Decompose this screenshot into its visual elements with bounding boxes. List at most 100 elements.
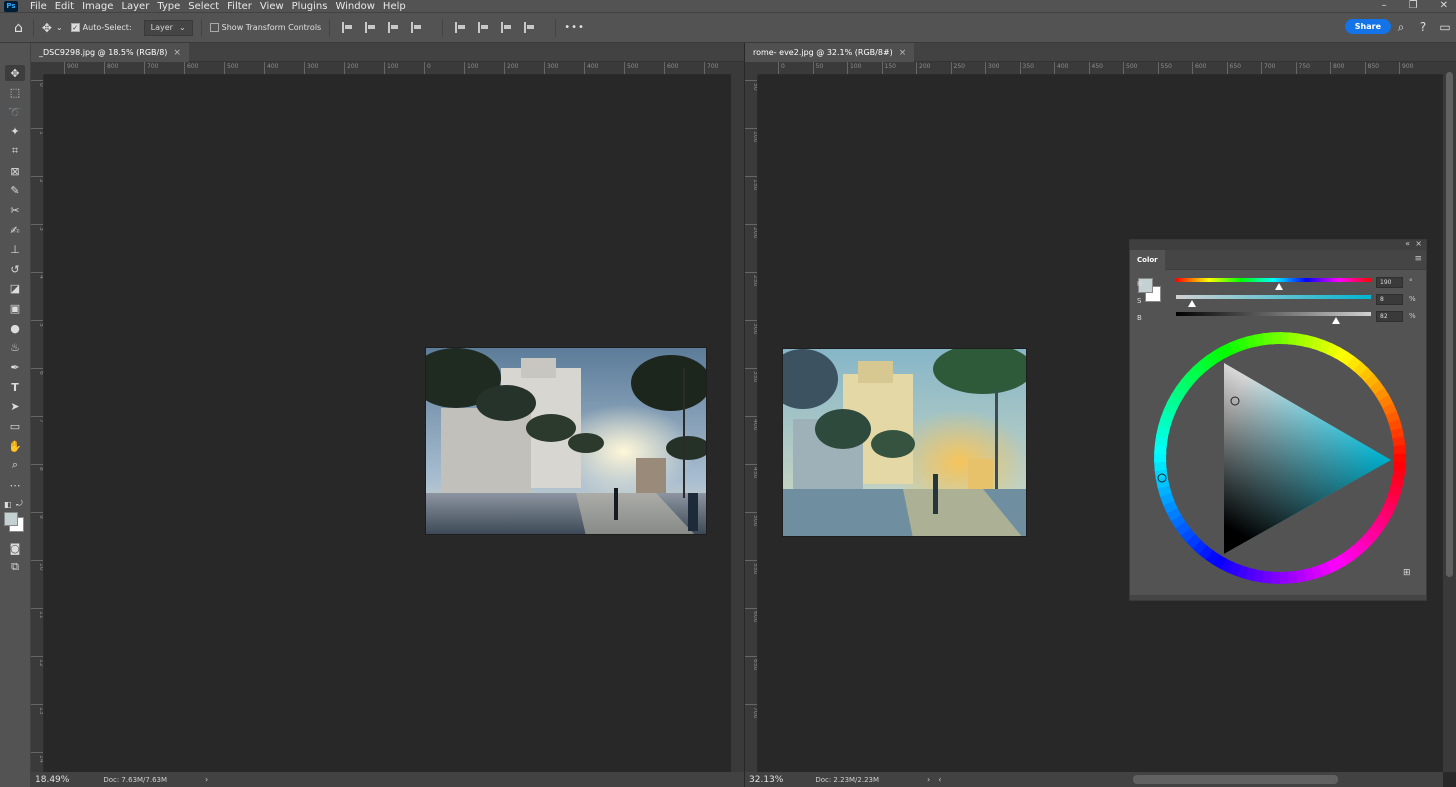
menu-filter[interactable]: Filter xyxy=(227,1,252,12)
marquee-icon[interactable]: ⬚ xyxy=(5,84,25,100)
menu-file[interactable]: File xyxy=(30,1,47,12)
hue-track[interactable] xyxy=(1176,278,1371,282)
zoom-level[interactable]: 32.13% xyxy=(749,775,783,785)
menu-window[interactable]: Window xyxy=(335,1,374,12)
crop-icon[interactable]: ⌗ xyxy=(5,143,25,159)
ruler-tick: 0 xyxy=(31,80,43,128)
zoom-icon[interactable]: ⌕ xyxy=(5,457,25,473)
ruler-tick: 12 xyxy=(31,656,43,704)
show-transform-label: Show Transform Controls xyxy=(221,23,322,32)
add-swatch-icon[interactable]: ⊞ xyxy=(1403,568,1411,578)
pen-icon[interactable]: ✒ xyxy=(5,359,25,375)
brightness-unit: % xyxy=(1409,312,1416,320)
quick-mask-icon[interactable]: ◙ xyxy=(5,540,25,556)
brightness-input[interactable]: 82 xyxy=(1376,311,1403,322)
share-button[interactable]: Share xyxy=(1344,19,1391,34)
help-icon[interactable]: ? xyxy=(1416,20,1430,34)
foreground-color-swatch[interactable] xyxy=(4,512,18,526)
menu-layer[interactable]: Layer xyxy=(121,1,149,12)
panel-bottom-resize[interactable] xyxy=(1130,595,1426,600)
screen-mode-icon[interactable]: ⧉ xyxy=(5,559,25,575)
dodge-icon[interactable]: ♨ xyxy=(5,339,25,355)
gradient-icon[interactable]: ▣ xyxy=(5,300,25,316)
restore-icon[interactable]: ❐ xyxy=(1409,0,1418,11)
document-tab-2[interactable]: rome- eve2.jpg @ 32.1% (RGB/8#) × xyxy=(745,43,915,62)
ruler-tick: 400 xyxy=(1054,62,1068,74)
scroll-left-icon[interactable]: ‹ xyxy=(938,775,941,784)
ruler-tick: 250 xyxy=(950,62,965,74)
type-icon[interactable]: T xyxy=(5,379,25,395)
preset-chevron-down-icon[interactable]: ⌄ xyxy=(56,23,63,32)
scrollbar-vertical-2[interactable] xyxy=(1443,62,1456,772)
ruler-tick: 600 xyxy=(184,62,198,74)
auto-select-checkbox[interactable]: ✓ Auto-Select: xyxy=(70,23,132,32)
align-bottom-icon[interactable] xyxy=(501,22,512,33)
align-middle-icon[interactable] xyxy=(478,22,489,33)
hand-icon[interactable]: ✋ xyxy=(5,438,25,454)
menu-edit[interactable]: Edit xyxy=(55,1,74,12)
distribute-horizontal-icon[interactable] xyxy=(411,22,422,33)
ruler-tick: 900 xyxy=(64,62,78,74)
scrollbar-horizontal-thumb[interactable] xyxy=(1133,775,1338,784)
frame-icon[interactable]: ⊠ xyxy=(5,163,25,179)
close-tab-icon[interactable]: × xyxy=(899,48,907,58)
color-wheel[interactable] xyxy=(1152,330,1408,586)
status-menu-chevron-icon[interactable]: › xyxy=(205,775,208,784)
eraser-icon[interactable]: ◪ xyxy=(5,280,25,296)
scrollbar-vertical-1[interactable] xyxy=(731,62,744,772)
workspace-icon[interactable]: ▭ xyxy=(1438,20,1452,34)
distribute-vertical-icon[interactable] xyxy=(524,22,535,33)
collapse-panel-icon[interactable]: « xyxy=(1405,239,1410,248)
search-icon[interactable]: ⌕ xyxy=(1394,20,1408,34)
menu-bar: Ps File Edit Image Layer Type Select Fil… xyxy=(0,0,1456,12)
close-panel-icon[interactable]: × xyxy=(1415,239,1422,248)
eyedropper-icon[interactable]: ✎ xyxy=(5,182,25,198)
brush-icon[interactable]: ✍ xyxy=(5,222,25,238)
status-menu-chevron-icon[interactable]: › xyxy=(927,775,930,784)
minimize-icon[interactable]: – xyxy=(1382,0,1387,11)
brightness-track[interactable] xyxy=(1176,312,1371,316)
hue-thumb[interactable] xyxy=(1274,283,1283,290)
align-center-icon[interactable] xyxy=(365,22,376,33)
history-brush-icon[interactable]: ↺ xyxy=(5,261,25,277)
menu-view[interactable]: View xyxy=(260,1,284,12)
blur-icon[interactable]: ● xyxy=(5,320,25,336)
saturation-track[interactable] xyxy=(1176,295,1371,299)
scrollbar-thumb[interactable] xyxy=(1446,72,1453,577)
move-icon[interactable]: ✥ xyxy=(5,65,25,81)
menu-help[interactable]: Help xyxy=(383,1,406,12)
magic-wand-icon[interactable]: ✦ xyxy=(5,123,25,139)
more-tools-icon[interactable]: ⋯ xyxy=(5,477,25,493)
saturation-thumb[interactable] xyxy=(1187,300,1196,307)
home-icon[interactable]: ⌂ xyxy=(14,20,23,36)
zoom-level[interactable]: 18.49% xyxy=(35,775,69,785)
stamp-icon[interactable]: ⊥ xyxy=(5,241,25,257)
menu-select[interactable]: Select xyxy=(188,1,219,12)
show-transform-controls-checkbox[interactable]: Show Transform Controls xyxy=(209,23,322,32)
document-tab-1[interactable]: _DSC9298.jpg @ 18.5% (RGB/8) × xyxy=(31,43,189,62)
default-colors-icon[interactable]: ◧ xyxy=(4,500,12,509)
saturation-input[interactable]: 8 xyxy=(1376,294,1403,305)
document-tab-bar-1: _DSC9298.jpg @ 18.5% (RGB/8) × xyxy=(31,43,744,62)
menu-plugins[interactable]: Plugins xyxy=(292,1,328,12)
close-tab-icon[interactable]: × xyxy=(173,48,181,58)
lasso-icon[interactable]: ➰ xyxy=(5,104,25,120)
swap-colors-icon[interactable]: ⤾ xyxy=(16,499,23,509)
photoshop-logo-icon[interactable]: Ps xyxy=(4,0,18,12)
align-top-icon[interactable] xyxy=(455,22,466,33)
align-left-icon[interactable] xyxy=(342,22,353,33)
path-select-icon[interactable]: ➤ xyxy=(5,398,25,414)
healing-icon[interactable]: ✂ xyxy=(5,202,25,218)
panel-menu-icon[interactable]: ≡ xyxy=(1414,254,1422,264)
close-window-icon[interactable]: ✕ xyxy=(1440,0,1448,11)
hue-input[interactable]: 190 xyxy=(1376,277,1403,288)
align-right-icon[interactable] xyxy=(388,22,399,33)
auto-select-target-dropdown[interactable]: Layer ⌄ xyxy=(143,19,193,36)
tab-color[interactable]: Color xyxy=(1130,249,1165,270)
rectangle-icon[interactable]: ▭ xyxy=(5,418,25,434)
menu-type[interactable]: Type xyxy=(157,1,180,12)
brightness-thumb[interactable] xyxy=(1331,317,1340,324)
move-tool-preset-icon[interactable]: ✥ xyxy=(42,21,52,35)
more-options-icon[interactable]: ••• xyxy=(564,22,585,33)
menu-image[interactable]: Image xyxy=(82,1,113,12)
